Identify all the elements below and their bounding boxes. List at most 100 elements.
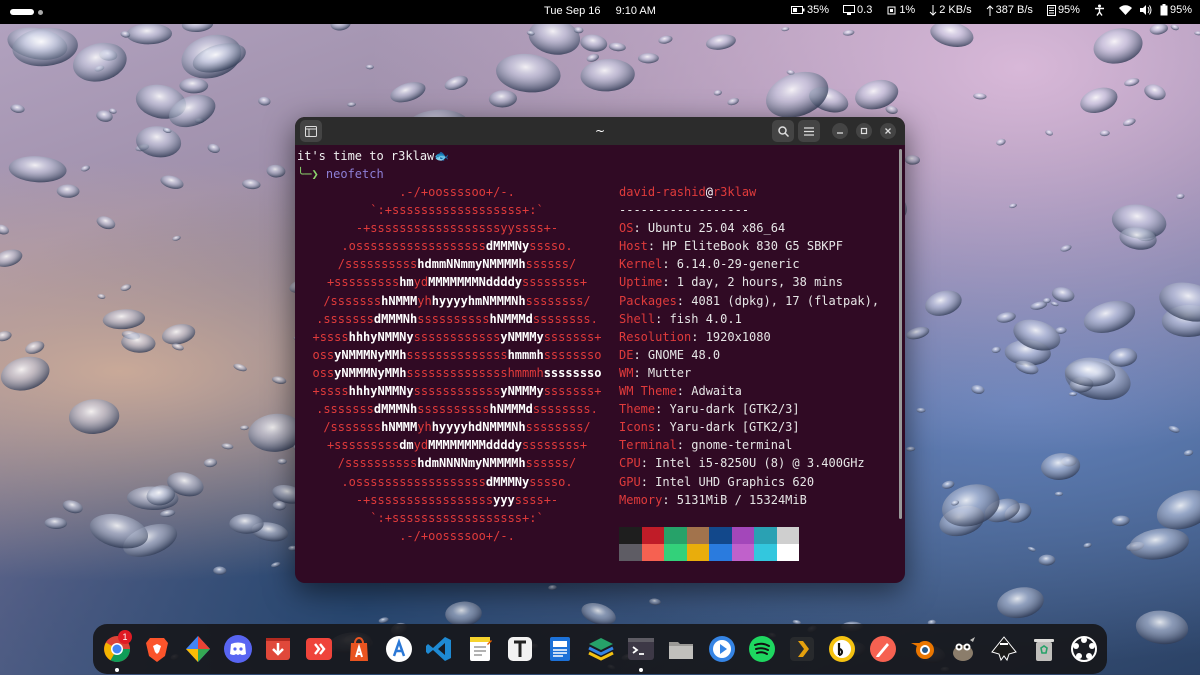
water-drop xyxy=(0,331,12,342)
logo-line: +sssshhhyNMMNyssssssssssssyNMMMysssssss+ xyxy=(312,329,602,344)
water-drop xyxy=(1176,193,1185,200)
water-drop xyxy=(925,290,962,316)
water-drop xyxy=(1124,78,1140,87)
search-button[interactable] xyxy=(772,120,794,142)
info-row: WM: Mutter xyxy=(619,364,903,382)
water-drop xyxy=(271,562,281,568)
running-indicator xyxy=(638,668,643,672)
user-host: david-rashid@r3klaw xyxy=(619,185,757,199)
system-menu[interactable]: 95% xyxy=(1118,4,1192,16)
anydesk-icon xyxy=(305,638,332,660)
upload-indicator[interactable]: 387 B/s xyxy=(986,4,1033,16)
files-icon xyxy=(669,642,694,659)
blender-launcher[interactable] xyxy=(908,634,938,664)
water-drop xyxy=(906,446,916,452)
info-key: Shell xyxy=(619,311,656,326)
brave-launcher[interactable] xyxy=(142,634,172,664)
minimize-button[interactable] xyxy=(832,123,848,139)
water-drop xyxy=(608,42,626,52)
document-viewer-launcher[interactable] xyxy=(545,634,575,664)
appimage-launcher[interactable] xyxy=(384,634,414,664)
water-drop xyxy=(658,35,673,44)
info-key: Theme xyxy=(619,402,656,417)
info-row: CPU: Intel i5-8250U (8) @ 3.400GHz xyxy=(619,454,903,472)
download-indicator[interactable]: 2 KB/s xyxy=(929,4,972,16)
terminal-headerbar[interactable]: ~ xyxy=(295,117,905,145)
water-drop xyxy=(80,165,90,172)
system-tray[interactable]: 35% 0.3 1% 2 KB/s 387 B/s 95% 95% xyxy=(790,4,1192,16)
trash-launcher[interactable] xyxy=(1029,634,1059,664)
info-key: Icons xyxy=(619,420,656,435)
gemini-launcher[interactable] xyxy=(183,634,213,664)
show-apps-launcher[interactable] xyxy=(1069,634,1099,664)
pen-launcher[interactable] xyxy=(868,634,898,664)
separator: ------------------ xyxy=(619,203,750,218)
maximize-button[interactable] xyxy=(856,123,872,139)
anydesk-launcher[interactable] xyxy=(304,634,334,664)
trash-icon xyxy=(1033,639,1054,661)
palette-swatch xyxy=(641,527,664,544)
water-drop xyxy=(997,587,1044,619)
wifi-icon xyxy=(1118,5,1132,15)
spotify-launcher[interactable] xyxy=(747,634,777,664)
close-button[interactable] xyxy=(880,123,896,139)
water-drop xyxy=(136,126,182,158)
water-drop xyxy=(488,90,517,108)
accessibility-indicator[interactable] xyxy=(1094,4,1105,16)
menu-button[interactable] xyxy=(798,120,820,142)
gimp-launcher[interactable] xyxy=(948,634,978,664)
logo-line: .ossssssssssssssssssdMMMNysssso. xyxy=(341,474,573,489)
vscode-launcher[interactable] xyxy=(424,634,454,664)
water-drop xyxy=(1183,449,1194,456)
battery-indicator[interactable]: 35% xyxy=(790,4,829,16)
water-drop xyxy=(203,458,218,468)
water-drop xyxy=(233,363,247,372)
cpu-icon xyxy=(887,6,896,14)
palette-swatch xyxy=(619,544,642,561)
files-launcher[interactable] xyxy=(666,634,696,664)
water-drop xyxy=(713,89,722,96)
b-icon xyxy=(829,636,856,662)
fish-greeting: it's time to r3klaw🐟 xyxy=(297,149,450,163)
info-value: : fish 4.0.1 xyxy=(655,311,742,326)
minimize-icon xyxy=(837,132,843,134)
water-drop xyxy=(1168,425,1180,433)
plex-launcher[interactable] xyxy=(787,634,817,664)
typora-launcher[interactable] xyxy=(505,634,535,664)
logo-line: .sssssssdMMMNhsssssssssshNMMMdssssssss. xyxy=(316,402,598,417)
terminal-window[interactable]: ~ it's time to r3klaw🐟 ╰─❯ neofetch .-/+… xyxy=(295,117,905,583)
memory-indicator[interactable]: 95% xyxy=(1046,4,1080,16)
water-drop xyxy=(347,102,356,107)
info-key: OS xyxy=(619,221,634,236)
info-key: Uptime xyxy=(619,275,663,290)
load-indicator[interactable]: 0.3 xyxy=(843,4,872,16)
info-value: : 1920x1080 xyxy=(691,329,771,344)
info-value: : 4081 (dpkg), 17 (flatpak), xyxy=(676,293,880,308)
layers-launcher[interactable] xyxy=(586,634,616,664)
terminal-launcher[interactable] xyxy=(626,634,656,664)
b-launcher[interactable] xyxy=(827,634,857,664)
info-value: : 1 day, 2 hours, 38 mins xyxy=(662,275,843,290)
inkscape-launcher[interactable] xyxy=(989,634,1019,664)
app-center-icon xyxy=(349,637,368,661)
info-key: GPU xyxy=(619,474,641,489)
document-viewer-icon xyxy=(550,637,571,661)
discord-launcher[interactable] xyxy=(223,634,253,664)
media-player-launcher[interactable] xyxy=(707,634,737,664)
logo-line: +sssssssssdmydMMMMMMMMddddyssssssss+ xyxy=(326,438,588,453)
terminal-output[interactable]: it's time to r3klaw🐟 ╰─❯ neofetch .-/+oo… xyxy=(295,145,905,583)
info-key: WM Theme xyxy=(619,384,677,399)
text-editor-launcher[interactable] xyxy=(465,634,495,664)
logo-line: ossyNMMMNyMMhsssssssssssssshmmmhssssssso xyxy=(312,347,602,362)
video-downloader-launcher[interactable] xyxy=(263,634,293,664)
cpu-indicator[interactable]: 1% xyxy=(886,4,915,16)
scrollbar[interactable] xyxy=(899,149,902,519)
water-drop xyxy=(580,58,635,92)
info-row: Memory: 5131MiB / 15324MiB xyxy=(619,491,903,509)
color-palette xyxy=(619,527,799,561)
water-drop xyxy=(1009,203,1017,209)
water-drop xyxy=(705,34,736,50)
water-drop xyxy=(971,385,985,394)
water-drop xyxy=(996,312,1016,323)
app-center-launcher[interactable] xyxy=(344,634,374,664)
